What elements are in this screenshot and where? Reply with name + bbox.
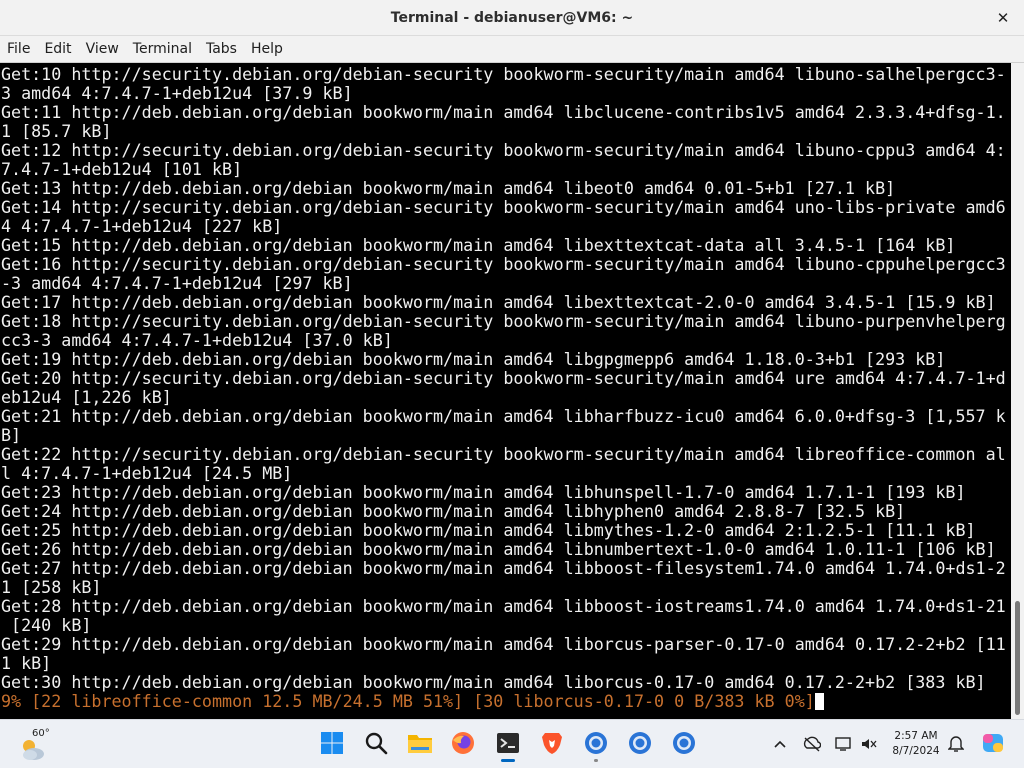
terminal-line: [240 kB] [1, 615, 92, 635]
menu-tabs[interactable]: Tabs [199, 41, 244, 57]
menu-help[interactable]: Help [244, 41, 290, 57]
menu-edit[interactable]: Edit [37, 41, 78, 57]
terminal-line: eb12u4 [1,226 kB] [1, 387, 172, 407]
clock-time: 2:57 AM [894, 730, 938, 742]
search-icon[interactable] [361, 728, 391, 758]
terminal-output[interactable]: Get:10 http://security.debian.org/debian… [0, 63, 1011, 719]
terminal-line: 4 4:7.4.7-1+deb12u4 [227 kB] [1, 216, 283, 236]
clock[interactable]: 2:57 AM 8/7/2024 [888, 729, 944, 759]
terminal-line: 3 amd64 4:7.4.7-1+deb12u4 [37.9 kB] [1, 83, 353, 103]
terminal-line: Get:19 http://deb.debian.org/debian book… [1, 349, 946, 369]
windows-start-icon[interactable] [317, 728, 347, 758]
terminal-line: Get:11 http://deb.debian.org/debian book… [1, 102, 1006, 122]
terminal-line: Get:12 http://security.debian.org/debian… [1, 140, 1006, 160]
brave-icon[interactable] [537, 728, 567, 758]
display-icon[interactable] [833, 733, 855, 755]
terminal-line: Get:27 http://deb.debian.org/debian book… [1, 558, 1006, 578]
scrollbar-thumb[interactable] [1015, 601, 1020, 715]
open-indicator [594, 759, 598, 762]
terminal-line: Get:10 http://security.debian.org/debian… [1, 64, 1006, 84]
terminal-line: Get:26 http://deb.debian.org/debian book… [1, 539, 996, 559]
window-titlebar: Terminal - debianuser@VM6: ~ ✕ [0, 0, 1024, 36]
window-title: Terminal - debianuser@VM6: ~ [390, 9, 634, 26]
terminal-line: 1 kB] [1, 653, 52, 673]
clock-date: 8/7/2024 [892, 745, 940, 757]
terminal-line: Get:23 http://deb.debian.org/debian book… [1, 482, 966, 502]
terminal-cursor [814, 693, 824, 710]
terminal-line: Get:20 http://security.debian.org/debian… [1, 368, 1006, 388]
progress-status-line: 9% [22 libreoffice-common 12.5 MB/24.5 M… [1, 691, 815, 711]
network-icon[interactable] [801, 733, 823, 755]
chrome-icon-2[interactable] [625, 728, 655, 758]
taskbar: 60° 2:57 AM 8/7/2024 [0, 719, 1024, 768]
terminal-line: Get:29 http://deb.debian.org/debian book… [1, 634, 1006, 654]
weather-temp: 60° [32, 728, 50, 739]
close-icon[interactable]: ✕ [992, 7, 1014, 29]
volume-icon[interactable] [858, 733, 880, 755]
terminal-line: B] [1, 425, 22, 445]
terminal-line: Get:25 http://deb.debian.org/debian book… [1, 520, 976, 540]
terminal-line: Get:14 http://security.debian.org/debian… [1, 197, 1006, 217]
terminal-line: cc3-3 amd64 4:7.4.7-1+deb12u4 [37.0 kB] [1, 330, 393, 350]
active-indicator [501, 759, 515, 762]
menu-file[interactable]: File [0, 41, 37, 57]
vertical-scrollbar[interactable] [1011, 63, 1024, 719]
terminal-line: Get:28 http://deb.debian.org/debian book… [1, 596, 1006, 616]
terminal-line: Get:21 http://deb.debian.org/debian book… [1, 406, 1006, 426]
terminal-line: -3 amd64 4:7.4.7-1+deb12u4 [297 kB] [1, 273, 353, 293]
terminal-line: Get:30 http://deb.debian.org/debian book… [1, 672, 986, 692]
terminal-line: 7.4.7-1+deb12u4 [101 kB] [1, 159, 243, 179]
terminal-line: Get:16 http://security.debian.org/debian… [1, 254, 1006, 274]
copilot-icon[interactable] [980, 729, 1006, 757]
terminal-line: Get:13 http://deb.debian.org/debian book… [1, 178, 896, 198]
terminal-line: Get:17 http://deb.debian.org/debian book… [1, 292, 996, 312]
terminal-line: Get:15 http://deb.debian.org/debian book… [1, 235, 956, 255]
terminal-line: Get:22 http://security.debian.org/debian… [1, 444, 1006, 464]
terminal-line: Get:24 http://deb.debian.org/debian book… [1, 501, 906, 521]
chrome-icon-3[interactable] [669, 728, 699, 758]
notification-bell-icon[interactable] [945, 733, 967, 755]
terminal-app-icon[interactable] [493, 728, 523, 762]
terminal-line: 1 [258 kB] [1, 577, 102, 597]
menu-view[interactable]: View [79, 41, 126, 57]
weather-widget[interactable]: 60° [18, 728, 58, 762]
chevron-up-icon[interactable] [769, 733, 791, 755]
terminal-line: 1 [85.7 kB] [1, 121, 112, 141]
terminal-line: l 4:7.4.7-1+deb12u4 [24.5 MB] [1, 463, 293, 483]
menu-terminal[interactable]: Terminal [126, 41, 199, 57]
chrome-icon-1[interactable] [581, 728, 611, 762]
terminal-line: Get:18 http://security.debian.org/debian… [1, 311, 1006, 331]
menu-bar: File Edit View Terminal Tabs Help [0, 36, 1024, 63]
file-explorer-icon[interactable] [405, 728, 435, 758]
firefox-icon[interactable] [448, 728, 478, 758]
